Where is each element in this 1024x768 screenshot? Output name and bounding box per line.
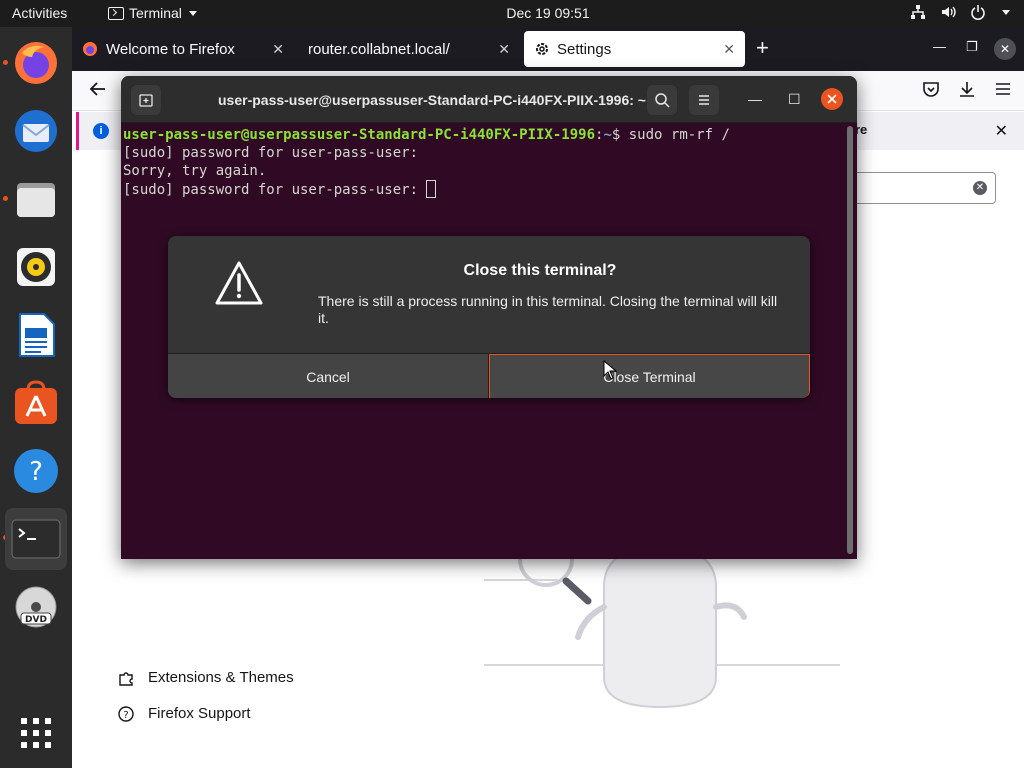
tab-settings[interactable]: Settings ✕ (524, 31, 745, 67)
puzzle-icon (119, 671, 133, 686)
system-tray[interactable] (910, 4, 1010, 20)
prompt-user: user-pass-user@userpassuser-Standard-PC-… (123, 127, 596, 143)
prompt-path: ~ (603, 127, 612, 143)
info-icon: i (93, 123, 109, 139)
dialog-message: There is still a process running in this… (318, 293, 778, 326)
dock-help-icon[interactable]: ? (8, 443, 64, 499)
dock-software-icon[interactable] (8, 375, 64, 431)
scrollbar[interactable] (847, 126, 853, 554)
firefox-favicon-icon (83, 42, 97, 56)
tab-label: Welcome to Firefox (106, 40, 235, 58)
terminal-line: [sudo] password for user-pass-user: (123, 180, 843, 199)
tab-close-icon[interactable]: ✕ (723, 41, 735, 58)
show-applications-icon[interactable] (8, 705, 64, 761)
terminal-line: [sudo] password for user-pass-user: (123, 145, 419, 161)
terminal-output[interactable]: user-pass-user@userpassuser-Standard-PC-… (123, 126, 843, 199)
power-icon (971, 5, 985, 20)
dock-firefox-icon[interactable] (8, 35, 64, 91)
cancel-label: Cancel (306, 368, 350, 385)
tab-close-icon[interactable]: ✕ (498, 41, 510, 58)
restore-icon[interactable]: ❐ (966, 39, 978, 55)
dock-rhythmbox-icon[interactable] (8, 239, 64, 295)
terminal-headerbar: user-pass-user@userpassuser-Standard-PC-… (121, 76, 857, 123)
notification-close-icon[interactable]: ✕ (995, 121, 1008, 141)
svg-text:?: ? (29, 457, 43, 487)
svg-text:?: ? (123, 710, 128, 721)
close-terminal-label: Close Terminal (603, 368, 696, 385)
tab-close-icon[interactable]: ✕ (272, 41, 284, 58)
dialog-buttons: Cancel Close Terminal (168, 353, 810, 398)
dock: ? DVD (0, 27, 72, 768)
hamburger-menu-icon[interactable] (994, 80, 1012, 98)
help-circle-icon: ? (118, 705, 134, 722)
nav-toolbar-icons (922, 80, 1012, 98)
minimize-icon[interactable]: — (748, 91, 762, 107)
link-label: Firefox Support (148, 705, 251, 722)
dock-files-icon[interactable] (8, 171, 64, 227)
pocket-icon[interactable] (922, 80, 940, 98)
terminal-line: Sorry, try again. (123, 163, 267, 179)
terminal-line: user-pass-user@userpassuser-Standard-PC-… (123, 127, 730, 143)
tab-label: router.collabnet.local/ (308, 40, 450, 58)
minimize-icon[interactable]: — (933, 39, 946, 54)
network-icon (911, 5, 925, 19)
dock-thunderbird-icon[interactable] (8, 103, 64, 159)
close-icon[interactable]: ✕ (994, 38, 1016, 60)
back-arrow-icon[interactable] (88, 79, 108, 99)
maximize-icon[interactable]: ☐ (788, 91, 801, 108)
close-terminal-dialog: Close this terminal? There is still a pr… (168, 236, 810, 398)
dock-writer-icon[interactable] (8, 307, 64, 363)
terminal-prompt-text: [sudo] password for user-pass-user: (123, 182, 427, 198)
clear-search-icon[interactable]: ✕ (973, 181, 987, 195)
download-icon[interactable] (958, 80, 976, 98)
menu-caret-icon (1002, 9, 1010, 15)
text-cursor (426, 180, 437, 198)
hamburger-menu-icon (699, 95, 709, 105)
close-icon[interactable] (821, 88, 843, 110)
extensions-themes-link[interactable]: Extensions & Themes (118, 669, 294, 686)
dock-dvd-icon[interactable]: DVD (8, 579, 64, 635)
gear-icon (536, 43, 548, 55)
volume-icon (942, 6, 956, 18)
top-bar: Activities Terminal Dec 19 09:51 (0, 0, 1024, 27)
no-results-illustration (478, 531, 844, 722)
menu-button[interactable] (689, 85, 719, 115)
search-button[interactable] (647, 85, 677, 115)
cancel-button[interactable]: Cancel (168, 354, 489, 398)
mouse-pointer-icon (603, 360, 617, 380)
tab-router[interactable]: router.collabnet.local/ ✕ (298, 31, 520, 67)
new-tab-button[interactable]: + (756, 37, 769, 59)
search-icon (655, 93, 670, 108)
warning-icon (215, 261, 263, 305)
tab-welcome[interactable]: Welcome to Firefox ✕ (72, 31, 294, 67)
firefox-support-link[interactable]: ? Firefox Support (118, 705, 251, 722)
dialog-title: Close this terminal? (463, 262, 617, 279)
link-label: Extensions & Themes (148, 669, 294, 686)
terminal-command: $ sudo rm-rf / (611, 127, 730, 143)
tab-label: Settings (557, 40, 612, 58)
svg-text:DVD: DVD (25, 615, 47, 625)
tab-strip: Welcome to Firefox ✕ router.collabnet.lo… (72, 27, 1024, 71)
dock-terminal-icon[interactable] (5, 508, 67, 570)
close-terminal-button[interactable]: Close Terminal (489, 354, 810, 398)
clock[interactable]: Dec 19 09:51 (0, 5, 1024, 21)
